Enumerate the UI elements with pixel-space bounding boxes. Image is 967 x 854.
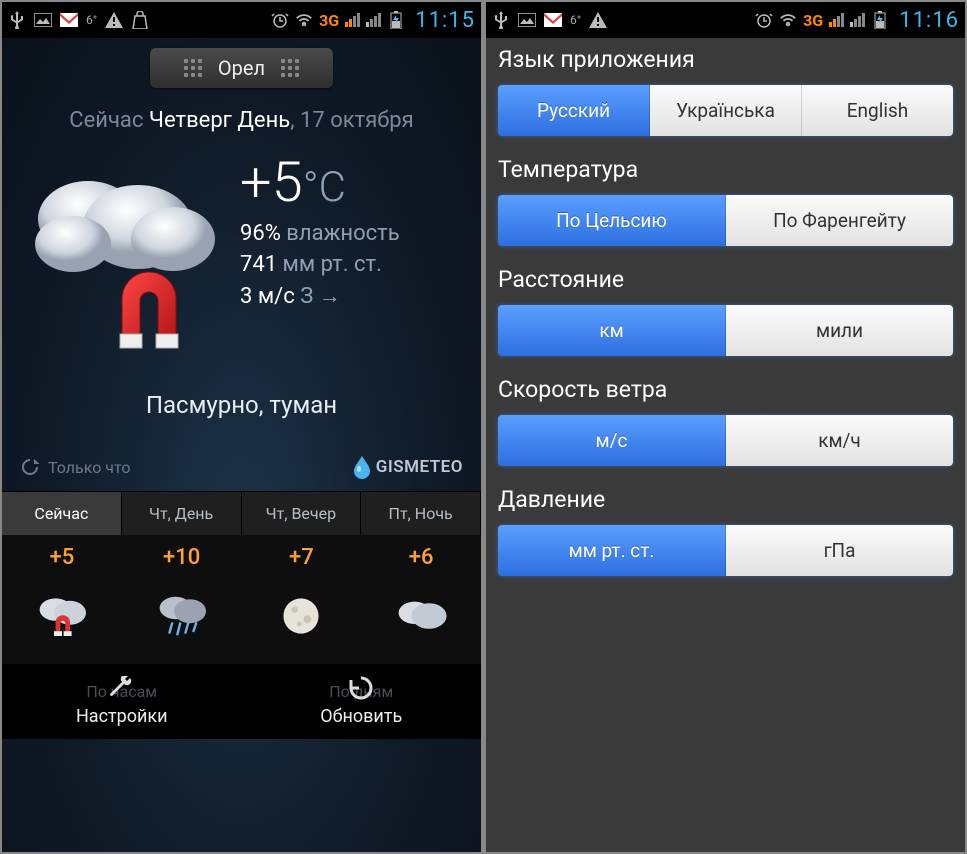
3g-icon: 3G (803, 11, 823, 30)
gmail-icon (60, 11, 78, 29)
temp-option-celsius[interactable]: По Цельсию (498, 195, 726, 246)
dist-option-mi[interactable]: мили (726, 305, 953, 356)
grip-icon (184, 59, 202, 77)
forecast-cell[interactable]: +6 (361, 535, 481, 664)
setting-title-temperature: Температура (498, 156, 953, 183)
weather-graphic (24, 149, 234, 359)
forecast-cell[interactable]: +7 (242, 535, 362, 664)
tab-fri-night[interactable]: Пт, Ночь (361, 492, 481, 535)
forecast-row: +5 +10 +7 +6 (2, 535, 481, 664)
3g-icon: 3G (319, 11, 339, 30)
battery-icon (871, 11, 889, 29)
humidity-line: 96% влажность (240, 221, 459, 246)
signal-icon-2 (850, 13, 865, 27)
tab-thu-day[interactable]: Чт, День (122, 492, 242, 535)
status-temp: 6° (570, 13, 581, 27)
last-updated[interactable]: Только что (20, 457, 130, 477)
forecast-icon-cloudy (365, 576, 477, 656)
usb-icon (492, 11, 510, 29)
signal-icon (829, 13, 844, 27)
alarm-icon (755, 11, 773, 29)
wifi-icon (779, 11, 797, 29)
forecast-cell[interactable]: +5 (2, 535, 122, 664)
setting-title-pressure: Давление (498, 486, 953, 513)
status-clock: 11:15 (415, 8, 475, 33)
warning-icon (105, 11, 123, 29)
segmented-temperature: По Цельсию По Фаренгейту (498, 195, 953, 246)
dist-option-km[interactable]: км (498, 305, 726, 356)
conditions-text: Пасмурно, туман (2, 391, 481, 419)
gmail-icon (544, 11, 562, 29)
pressure-line: 741 мм рт. ст. (240, 252, 459, 277)
wrench-icon (6, 674, 238, 702)
brand-logo: GISMETEO (352, 455, 463, 479)
magnet-icon (104, 259, 194, 354)
forecast-icon-cloudy-magnet (6, 576, 118, 656)
forecast-tabs: Сейчас Чт, День Чт, Вечер Пт, Ночь (2, 491, 481, 535)
battery-icon (387, 11, 405, 29)
forecast-cell[interactable]: +10 (122, 535, 242, 664)
status-bar: 6° 3G 11:15 (2, 2, 481, 38)
usb-icon (8, 11, 26, 29)
refresh-button[interactable]: По дням Обновить (242, 664, 482, 739)
city-selector[interactable]: Орел (150, 48, 333, 88)
forecast-icon-rain (126, 576, 238, 656)
bag-icon (131, 11, 149, 29)
settings-button[interactable]: По часам Настройки (2, 664, 242, 739)
lang-option-ua[interactable]: Українська (650, 85, 802, 136)
image-icon (34, 11, 52, 29)
tab-thu-evening[interactable]: Чт, Вечер (242, 492, 362, 535)
forecast-icon-moon (246, 576, 358, 656)
status-clock: 11:16 (899, 8, 959, 33)
refresh-icon (246, 674, 478, 702)
wind-option-kmh[interactable]: км/ч (726, 415, 953, 466)
segmented-language: Русский Українська English (498, 85, 953, 136)
press-option-hpa[interactable]: гПа (726, 525, 953, 576)
signal-icon (345, 13, 360, 27)
setting-title-wind: Скорость ветра (498, 376, 953, 403)
date-line: Сейчас Четверг День, 17 октября (2, 104, 481, 145)
current-temperature: +5°C (240, 149, 459, 215)
setting-title-distance: Расстояние (498, 266, 953, 293)
setting-title-language: Язык приложения (498, 46, 953, 73)
segmented-wind: м/с км/ч (498, 415, 953, 466)
lang-option-ru[interactable]: Русский (498, 85, 650, 136)
status-bar: 6° 3G 11:16 (486, 2, 965, 38)
lang-option-en[interactable]: English (802, 85, 953, 136)
city-name: Орел (218, 56, 265, 80)
press-option-mmhg[interactable]: мм рт. ст. (498, 525, 726, 576)
wind-line: 3 м/с З → (240, 283, 459, 309)
tab-now[interactable]: Сейчас (2, 492, 122, 535)
wind-option-ms[interactable]: м/с (498, 415, 726, 466)
segmented-pressure: мм рт. ст. гПа (498, 525, 953, 576)
wifi-icon (295, 11, 313, 29)
drop-icon (352, 455, 372, 479)
temp-option-fahrenheit[interactable]: По Фаренгейту (726, 195, 953, 246)
warning-icon (589, 11, 607, 29)
image-icon (518, 11, 536, 29)
alarm-icon (271, 11, 289, 29)
status-temp: 6° (86, 13, 97, 27)
refresh-icon (20, 457, 40, 477)
segmented-distance: км мили (498, 305, 953, 356)
grip-icon (281, 59, 299, 77)
signal-icon-2 (366, 13, 381, 27)
